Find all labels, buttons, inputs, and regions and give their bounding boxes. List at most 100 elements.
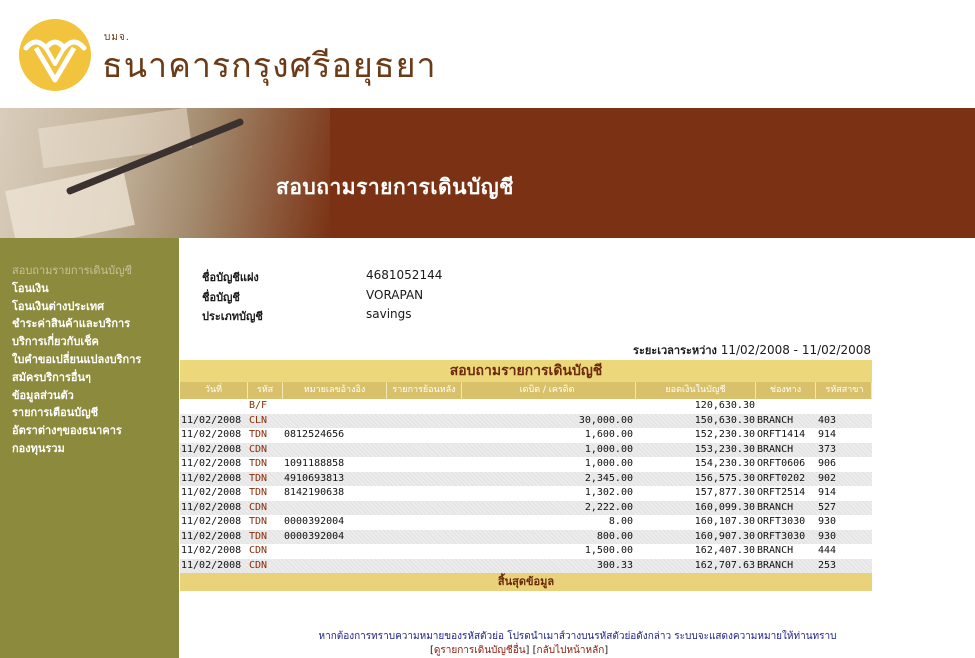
cell-balance: 160,099.30 (694, 501, 755, 513)
cell-balance: 120,630.30 (694, 400, 755, 411)
sidebar-item-statement-inquiry[interactable]: สอบถามรายการเดินบัญชี (0, 262, 179, 280)
cell-date (180, 399, 248, 414)
cell-code[interactable]: TDN (248, 486, 283, 501)
cell-code[interactable]: CDN (248, 443, 283, 458)
cell-date: 11/02/2008 (181, 414, 242, 426)
cell-code[interactable]: TDN (248, 457, 283, 472)
cell-code[interactable]: TDN (248, 428, 283, 443)
statement-body: B/F 120,630.30 11/02/2008 CLN 30,000.00 150,6… (180, 399, 872, 573)
cell-date: 11/02/2008 (181, 487, 242, 498)
cell-reference (283, 443, 387, 458)
column-header-date: วันที่ (180, 382, 248, 399)
cell-reversal (387, 443, 462, 458)
account-name-label: ชื่อบัญชี (202, 291, 240, 304)
cell-reference (283, 559, 387, 574)
cell-balance: 157,877.30 (694, 487, 755, 498)
cell-balance: 150,630.30 (694, 414, 755, 426)
cell-date: 11/02/2008 (181, 429, 242, 440)
cell-channel: BRANCH (757, 443, 794, 455)
table-row: 11/02/2008 CDN 1,500.00 162,407.30 BRANCH 444 (180, 544, 872, 559)
cell-code[interactable]: CDN (248, 544, 283, 559)
table-row: 11/02/2008 CDN 300.33 162,707.63 BRANCH 253 (180, 558, 872, 574)
cell-reference (283, 399, 387, 414)
cell-balance: 160,107.30 (694, 516, 755, 527)
cell-reversal (387, 472, 462, 487)
sidebar-item-bill-payment[interactable]: ชำระค่าสินค้าและบริการ (0, 315, 179, 333)
cell-amount: 1,000.00 (584, 443, 633, 455)
sidebar-item-transfer[interactable]: โอนเงิน (0, 280, 179, 298)
sidebar-item-personal-info[interactable]: ข้อมูลส่วนตัว (0, 387, 179, 405)
table-row: 11/02/2008 CLN 30,000.00 150,630.30 BRANCH 40… (180, 413, 872, 429)
sidebar-item-other-services[interactable]: สมัครบริการอื่นๆ (0, 369, 179, 387)
cell-date: 11/02/2008 (181, 458, 242, 469)
sidebar-item-service-change-request[interactable]: ใบคำขอเปลี่ยนแปลงบริการ (0, 351, 179, 369)
page-banner: สอบถามรายการเดินบัญชี (0, 108, 975, 238)
column-header-channel: ช่องทาง (756, 382, 816, 399)
cell-amount: 1,302.00 (584, 487, 633, 498)
cell-code[interactable]: CLN (248, 414, 283, 429)
cell-code[interactable]: CDN (248, 559, 283, 574)
sidebar-item-account-alerts[interactable]: รายการเตือนบัญชี (0, 404, 179, 422)
cell-reversal (387, 414, 462, 429)
account-name-value: VORAPAN (366, 288, 424, 302)
cell-balance: 162,707.63 (694, 559, 755, 571)
sidebar-menu: สอบถามรายการเดินบัญชี โอนเงิน โอนเงินต่า… (0, 238, 179, 658)
cell-reversal (387, 544, 462, 559)
cell-channel: BRANCH (757, 501, 794, 513)
cell-branch: 914 (818, 487, 837, 498)
column-header-reversal: รายการย้อนหลัง (387, 382, 462, 399)
period-value: 11/02/2008 - 11/02/2008 (720, 343, 871, 357)
sidebar-item-bank-rates[interactable]: อัตราต่างๆของธนาคาร (0, 422, 179, 440)
table-row: 11/02/2008 CDN 2,222.00 160,099.30 BRANCH 527 (180, 500, 872, 516)
cell-amount: 800.00 (596, 530, 633, 542)
statement-table: สอบถามรายการเดินบัญชี วันที่ รหัส หมายเล… (180, 360, 872, 591)
cell-channel: BRANCH (757, 545, 794, 556)
table-row: 11/02/2008 TDN 8142190638 1,302.00 157,877.3… (180, 486, 872, 501)
column-header-balance: ยอดเงินในบัญชี (636, 382, 756, 399)
account-nickname-label: ชื่อบัญชีแฝง (202, 271, 259, 284)
statement-title: สอบถามรายการเดินบัญชี (180, 360, 872, 382)
abbreviation-note: หากต้องการทราบความหมายของรหัสตัวย่อ โปรด… (0, 624, 975, 644)
cell-channel: ORFT0202 (757, 472, 806, 484)
cell-code[interactable]: TDN (248, 515, 283, 530)
cell-balance: 162,407.30 (694, 545, 755, 556)
cell-reference: 1091188858 (284, 458, 345, 469)
cell-code[interactable]: TDN (248, 472, 283, 487)
cell-reversal (387, 428, 462, 443)
cell-code[interactable]: TDN (248, 530, 283, 545)
cell-amount: 1,000.00 (584, 458, 633, 469)
table-row: 11/02/2008 TDN 0812524656 1,600.00 152,230.3… (180, 428, 872, 443)
cell-reversal (387, 559, 462, 574)
cell-branch: 930 (818, 530, 837, 542)
sidebar-item-mutual-funds[interactable]: กองทุนรวม (0, 440, 179, 458)
table-row: 11/02/2008 TDN 0000392004 800.00 160,907.30 O… (180, 529, 872, 545)
table-row: 11/02/2008 TDN 1091188858 1,000.00 154,230.3… (180, 457, 872, 472)
cell-date: 11/02/2008 (181, 530, 242, 542)
table-row: 11/02/2008 CDN 1,000.00 153,230.30 BRANCH 373 (180, 442, 872, 458)
sidebar-item-cheque-services[interactable]: บริการเกี่ยวกับเช็ค (0, 333, 179, 351)
cell-balance: 153,230.30 (694, 443, 755, 455)
cell-channel: ORFT2514 (757, 487, 806, 498)
cell-balance: 160,907.30 (694, 530, 755, 542)
cell-date: 11/02/2008 (181, 516, 242, 527)
cell-amount: 1,600.00 (584, 429, 633, 440)
page-title: สอบถามรายการเดินบัญชี (276, 175, 514, 199)
column-header-code: รหัส (248, 382, 283, 399)
cell-channel: ORFT0606 (757, 458, 806, 469)
logo-bar: บมจ. ธนาคารกรุงศรีอยุธยา (0, 0, 975, 108)
cell-channel: ORFT3030 (757, 516, 806, 527)
cell-code[interactable]: CDN (248, 501, 283, 516)
table-row: B/F 120,630.30 (180, 399, 872, 414)
sidebar-item-international-transfer[interactable]: โอนเงินต่างประเทศ (0, 298, 179, 316)
other-accounts-link[interactable]: ดูรายการเดินบัญชีอื่น (434, 645, 526, 656)
cell-date: 11/02/2008 (181, 559, 242, 571)
cell-reference: 0000392004 (284, 516, 345, 527)
cell-code[interactable]: B/F (248, 399, 283, 414)
cell-date: 11/02/2008 (181, 443, 242, 455)
account-type-value: savings (366, 307, 412, 321)
cell-reversal (387, 501, 462, 516)
cell-channel: ORFT1414 (757, 429, 806, 440)
cell-reversal (387, 515, 462, 530)
cell-reversal (387, 530, 462, 545)
home-link[interactable]: กลับไปหน้าหลัก (537, 645, 605, 656)
